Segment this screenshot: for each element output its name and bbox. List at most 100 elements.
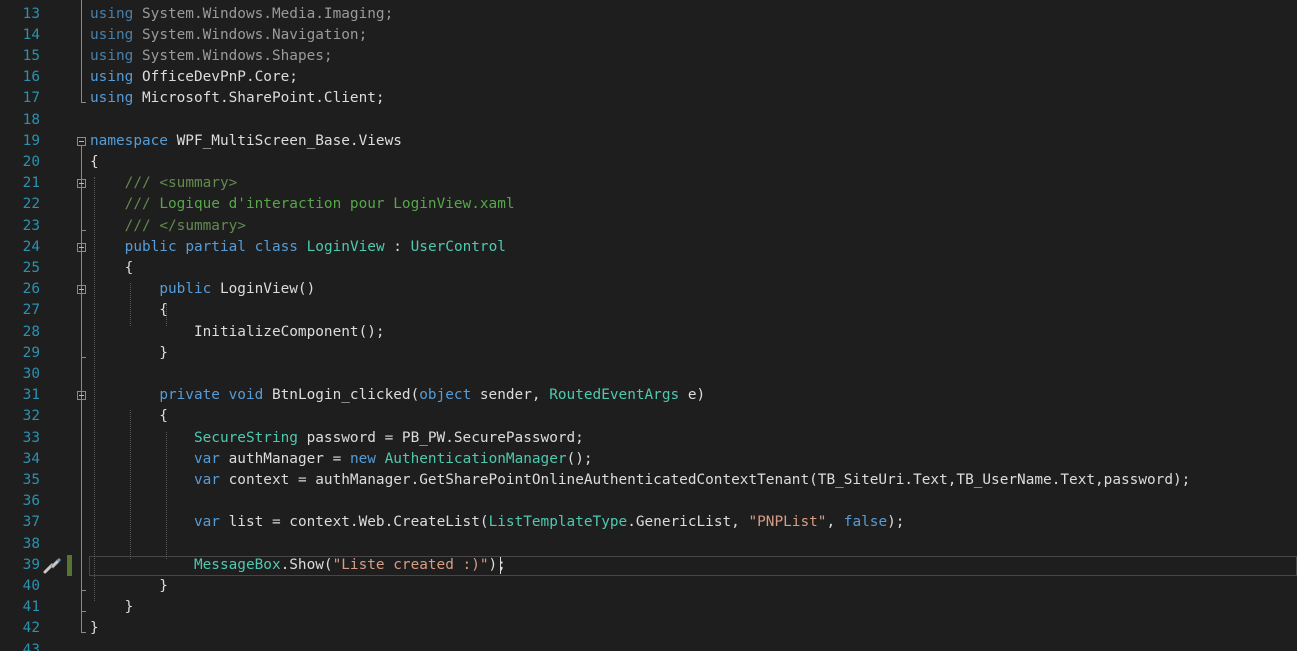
- code-token: using: [90, 48, 134, 64]
- code-line[interactable]: using Microsoft.SharePoint.Client;: [90, 88, 385, 109]
- outline-region-end: [81, 611, 86, 612]
- line-number: 40: [22, 578, 40, 594]
- code-token: public: [124, 239, 177, 255]
- outline-region-end: [81, 357, 86, 358]
- code-token: Microsoft.SharePoint.Client;: [133, 90, 385, 106]
- code-line[interactable]: {: [90, 258, 134, 279]
- code-token: SecureString: [193, 430, 298, 446]
- code-line[interactable]: SecureString password = PB_PW.SecurePass…: [90, 428, 584, 449]
- code-token: .Show(: [280, 557, 333, 573]
- screwdriver-lightbulb-icon[interactable]: [42, 555, 62, 575]
- code-line[interactable]: namespace WPF_MultiScreen_Base.Views: [90, 131, 402, 152]
- code-token: new: [349, 451, 376, 467]
- code-token: ///: [124, 196, 151, 212]
- code-line[interactable]: }: [90, 618, 99, 639]
- code-line[interactable]: {: [90, 406, 168, 427]
- code-line[interactable]: using System.Windows.Shapes;: [90, 46, 333, 67]
- line-number: 19: [22, 133, 40, 149]
- code-editor[interactable]: 13 14 15 16 17 18 19 20 21 22 23 24 25 26 27 28 29 30 31 32…: [0, 0, 1297, 651]
- code-line[interactable]: MessageBox.Show("Liste created :)");: [90, 555, 506, 576]
- code-token: private: [159, 387, 220, 403]
- change-tracking-bar: [67, 555, 72, 576]
- code-token: object: [419, 387, 472, 403]
- code-token: BtnLogin_clicked(: [263, 387, 420, 403]
- code-line[interactable]: }: [90, 597, 134, 618]
- code-line[interactable]: public LoginView(): [90, 279, 315, 300]
- code-token: System.Windows.Navigation;: [133, 27, 368, 43]
- code-token: LoginView: [306, 239, 385, 255]
- code-line[interactable]: using System.Windows.Navigation;: [90, 25, 367, 46]
- code-token: OfficeDevPnP.Core;: [133, 69, 298, 85]
- code-line[interactable]: var context = authManager.GetSharePointO…: [90, 470, 1190, 491]
- code-line[interactable]: }: [90, 576, 168, 597]
- collapse-namespace-toggle[interactable]: [77, 137, 86, 146]
- code-line[interactable]: using System.Windows.Media.Imaging;: [90, 4, 393, 25]
- code-token: partial: [185, 239, 246, 255]
- code-token: var: [193, 472, 220, 488]
- code-token: password = PB_PW.SecurePassword;: [297, 430, 584, 446]
- code-token: namespace: [90, 133, 168, 149]
- line-number: 29: [22, 345, 40, 361]
- line-number: 15: [22, 48, 40, 64]
- code-line[interactable]: var list = context.Web.CreateList(ListTe…: [90, 512, 904, 533]
- collapse-summary-toggle[interactable]: [77, 179, 86, 188]
- code-token: ();: [566, 451, 593, 467]
- line-number: 36: [22, 493, 40, 509]
- code-token: using: [90, 27, 134, 43]
- code-token: System.Windows.Shapes;: [133, 48, 333, 64]
- code-line[interactable]: var authManager = new AuthenticationMana…: [90, 449, 593, 470]
- line-number: 26: [22, 281, 40, 297]
- code-token: "Liste created :)": [332, 557, 489, 573]
- code-token: Logique d'interaction pour LoginView.xam…: [150, 196, 515, 212]
- code-token: LoginView(): [211, 281, 316, 297]
- code-line[interactable]: private void BtnLogin_clicked(object sen…: [90, 385, 705, 406]
- line-number: 18: [22, 112, 40, 128]
- line-number: 27: [22, 302, 40, 318]
- code-line[interactable]: }: [90, 343, 168, 364]
- code-token: class: [254, 239, 298, 255]
- line-number: 21: [22, 175, 40, 191]
- code-line[interactable]: InitializeComponent();: [90, 322, 385, 343]
- line-number: 30: [22, 366, 40, 382]
- line-number: 16: [22, 69, 40, 85]
- collapse-class-toggle[interactable]: [77, 243, 86, 252]
- code-line[interactable]: {: [90, 300, 168, 321]
- collapse-method-toggle[interactable]: [77, 391, 86, 400]
- code-token: "PNPList": [748, 514, 827, 530]
- code-token: );: [488, 557, 506, 573]
- line-number: 17: [22, 90, 40, 106]
- code-token: e): [679, 387, 706, 403]
- code-line[interactable]: /// </summary>: [90, 216, 246, 237]
- code-line[interactable]: public partial class LoginView : UserCon…: [90, 237, 506, 258]
- code-token: ///: [124, 218, 151, 234]
- code-line[interactable]: /// <summary>: [90, 173, 238, 194]
- code-token: MessageBox: [193, 557, 281, 573]
- outline-region-end: [81, 230, 86, 231]
- code-token: .GenericList,: [627, 514, 749, 530]
- code-line[interactable]: /// Logique d'interaction pour LoginView…: [90, 194, 515, 215]
- code-token: <summary>: [159, 175, 238, 191]
- collapse-constructor-toggle[interactable]: [77, 285, 86, 294]
- line-number: 32: [22, 408, 40, 424]
- code-token: AuthenticationManager: [384, 451, 567, 467]
- code-line[interactable]: using OfficeDevPnP.Core;: [90, 67, 298, 88]
- code-token: using: [90, 90, 134, 106]
- code-token: var: [193, 451, 220, 467]
- code-token: using: [90, 69, 134, 85]
- outline-region-end: [81, 632, 86, 633]
- code-line[interactable]: {: [90, 152, 99, 173]
- outline-region-line: [81, 400, 82, 590]
- code-token: }: [90, 599, 134, 615]
- line-number: 28: [22, 324, 40, 340]
